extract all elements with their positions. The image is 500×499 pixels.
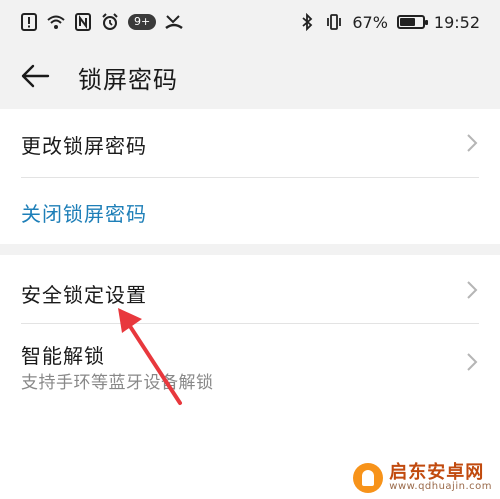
alert-icon xyxy=(21,13,37,31)
status-bar: 9+ 67% 19:52 xyxy=(0,0,500,44)
page-title: 锁屏密码 xyxy=(78,66,178,94)
disable-lock-password-row[interactable]: 关闭锁屏密码 xyxy=(0,178,500,244)
smart-unlock-subtitle: 支持手环等蓝牙设备解锁 xyxy=(21,373,214,393)
alarm-icon xyxy=(102,13,118,30)
chevron-right-icon xyxy=(467,353,478,371)
watermark-text: 启东安卓网 www.qdhuajin.com xyxy=(389,464,492,492)
secure-lock-settings-row[interactable]: 安全锁定设置 xyxy=(0,255,500,323)
watermark: 启东安卓网 www.qdhuajin.com xyxy=(353,463,492,493)
wifi-icon xyxy=(47,15,65,29)
bluetooth-icon xyxy=(302,13,313,31)
notification-badge: 9+ xyxy=(128,14,157,30)
chevron-right-icon xyxy=(467,134,478,152)
lock-password-card: 更改锁屏密码 关闭锁屏密码 xyxy=(0,109,500,244)
secure-lock-settings-label: 安全锁定设置 xyxy=(21,283,147,307)
clock: 19:52 xyxy=(433,12,480,32)
change-lock-password-label: 更改锁屏密码 xyxy=(21,134,147,158)
change-lock-password-row[interactable]: 更改锁屏密码 xyxy=(0,109,500,177)
nfc-icon xyxy=(75,13,91,31)
status-left: 9+ xyxy=(20,13,183,31)
chevron-right-icon xyxy=(467,281,478,299)
smart-unlock-row[interactable]: 智能解锁 支持手环等蓝牙设备解锁 xyxy=(0,324,500,404)
status-right: 67% 19:52 xyxy=(298,13,480,32)
smart-unlock-label: 智能解锁 xyxy=(21,344,105,368)
battery-percent: 67% xyxy=(352,12,388,32)
watermark-logo xyxy=(353,463,384,493)
watermark-title: 启东安卓网 xyxy=(389,462,485,483)
disable-lock-password-link: 关闭锁屏密码 xyxy=(21,202,147,226)
watermark-url: www.qdhuajin.com xyxy=(389,481,492,492)
back-arrow-icon[interactable] xyxy=(20,64,50,88)
battery-icon xyxy=(396,15,428,29)
vibrate-icon xyxy=(327,14,342,30)
title-bar: 锁屏密码 xyxy=(0,44,500,108)
missed-call-icon xyxy=(165,15,183,30)
